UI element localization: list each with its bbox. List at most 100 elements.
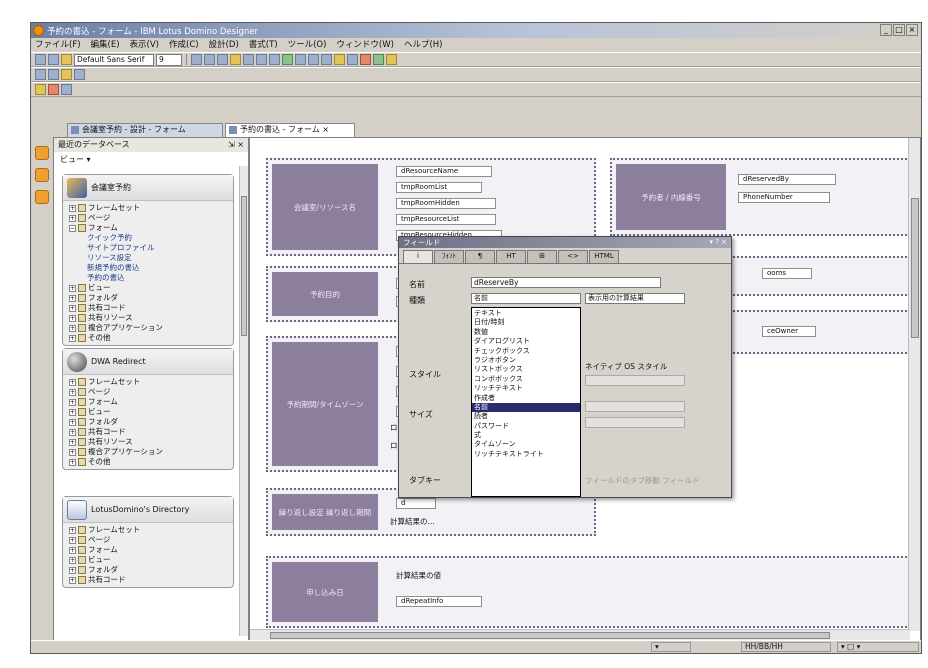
number-list-icon[interactable] [295,54,306,65]
dropdown-option[interactable]: 読者 [472,412,580,421]
expand-toggle-icon[interactable]: + [69,408,76,416]
close-button[interactable]: × [906,24,918,36]
tree-item[interactable]: + ページ [69,213,233,223]
tab-paragraph[interactable]: ¶ [465,250,495,263]
tree-item[interactable]: + フォルダ [69,293,233,303]
tab-hide-when[interactable]: HT [496,250,526,263]
bullet-list-icon[interactable] [282,54,293,65]
link-icon[interactable] [347,54,358,65]
expand-toggle-icon[interactable]: + [69,398,76,406]
menu-format[interactable]: 書式(T) [249,38,278,52]
font-name-select[interactable]: Default Sans Serif [74,53,154,66]
database-card[interactable]: DWA Redirect + フレームセット + ページ + フォーム + ビュー + フォルダ +… [62,348,234,470]
form-field[interactable]: dRepeatInfo [396,596,482,607]
expand-toggle-icon[interactable]: + [69,556,76,564]
tree-item[interactable]: + ビュー [69,407,233,417]
forward-icon[interactable] [48,69,59,80]
tree-item[interactable]: + ビュー [69,283,233,293]
status-zoom[interactable]: ▾ [651,642,691,652]
maximize-button[interactable]: □ [893,24,905,36]
expand-toggle-icon[interactable]: + [69,546,76,554]
tree-item[interactable]: サイトプロファイル [69,243,233,253]
scroll-thumb[interactable] [241,196,247,336]
form-field[interactable]: tmpResourceList [396,214,496,225]
tree-item[interactable]: + フレームセット [69,525,233,535]
highlight-icon[interactable] [61,54,72,65]
dropdown-option[interactable]: チェックボックス [472,347,580,356]
outdent-icon[interactable] [308,54,319,65]
tab-form-editor[interactable]: 予約の書込 - フォーム × [225,123,355,137]
font-size-select[interactable]: 9 [156,53,182,66]
tree-item[interactable]: + フォーム [69,545,233,555]
dropdown-option[interactable]: パスワード [472,422,580,431]
dialog-title-bar[interactable]: フィールド ▾ ? × [399,237,731,248]
text-color-icon[interactable] [230,54,241,65]
type-mode-select[interactable]: 表示用の計算結果 [585,293,685,304]
tree-item[interactable]: + 共有リソース [69,313,233,323]
dropdown-option[interactable]: 作成者 [472,394,580,403]
table-icon[interactable] [334,54,345,65]
tree-item[interactable]: + 共有コード [69,575,233,585]
dropdown-option[interactable]: コンボボックス [472,375,580,384]
tree-item[interactable]: + 共有コード [69,303,233,313]
paragraph-icon[interactable] [48,54,59,65]
tree-item[interactable]: + フォーム [69,397,233,407]
bookmark-icon[interactable] [35,84,46,95]
editor-vertical-scrollbar[interactable] [908,138,920,631]
expand-toggle-icon[interactable]: + [69,526,76,534]
expand-toggle-icon[interactable]: + [69,458,76,466]
italic-icon[interactable] [204,54,215,65]
menu-view[interactable]: 表示(V) [130,38,159,52]
expand-toggle-icon[interactable]: − [69,224,76,232]
expand-toggle-icon[interactable]: + [69,388,76,396]
tree-item[interactable]: + フォルダ [69,565,233,575]
bold-icon[interactable] [191,54,202,65]
form-field[interactable]: d [396,498,436,509]
tab-advanced[interactable]: <> [558,250,588,263]
tree-item[interactable]: + ページ [69,387,233,397]
tab-border[interactable]: ⊞ [527,250,557,263]
tab-html[interactable]: HTML [589,250,619,263]
tree-item[interactable]: リソース設定 [69,253,233,263]
tree-item[interactable]: + その他 [69,333,233,343]
database-header[interactable]: 会議室予約 [63,175,233,201]
expand-toggle-icon[interactable]: + [69,314,76,322]
dropdown-option[interactable]: 式 [472,431,580,440]
name-input[interactable]: dReserveBy [471,277,661,288]
tab-font[interactable]: ﾌｫﾝﾄ [434,250,464,263]
tree-item[interactable]: + フレームセット [69,377,233,387]
undo-icon[interactable] [74,69,85,80]
bookmark-home-icon[interactable] [35,146,49,160]
dropdown-option[interactable]: 日付/時刻 [472,318,580,327]
type-select[interactable]: 名前 [471,293,581,304]
indent-icon[interactable] [321,54,332,65]
status-end[interactable]: ▾ □ ▾ [837,642,919,652]
dropdown-option[interactable]: リッチテキストライト [472,450,580,459]
form-field[interactable]: ooms [762,268,812,279]
scroll-thumb[interactable] [911,198,919,338]
expand-toggle-icon[interactable]: + [69,324,76,332]
type-dropdown-list[interactable]: テキスト 日付/時刻 数値 ダイアログリスト チェックボックス ラジオボタン リストボックス… [471,307,581,497]
expand-toggle-icon[interactable]: + [69,428,76,436]
expand-toggle-icon[interactable]: + [69,294,76,302]
dropdown-option[interactable]: 名前 [472,402,580,413]
expand-toggle-icon[interactable]: + [69,566,76,574]
expand-toggle-icon[interactable]: + [69,378,76,386]
tree-item[interactable]: クイック予約 [69,233,233,243]
expand-toggle-icon[interactable]: + [69,448,76,456]
tree-item[interactable]: + その他 [69,457,233,467]
menu-create[interactable]: 作成(C) [169,38,199,52]
tree-item[interactable]: + ページ [69,535,233,545]
home-icon[interactable] [48,84,59,95]
tree-item[interactable]: − フォーム [69,223,233,233]
menu-design[interactable]: 設計(D) [209,38,239,52]
align-center-icon[interactable] [256,54,267,65]
tab-basics[interactable]: i [403,250,433,263]
expand-toggle-icon[interactable]: + [69,304,76,312]
style-icon[interactable] [35,54,46,65]
menu-help[interactable]: ヘルプ(H) [404,38,443,52]
expand-toggle-icon[interactable]: + [69,284,76,292]
menu-edit[interactable]: 編集(E) [91,38,120,52]
minimize-button[interactable]: _ [880,24,892,36]
form-field[interactable]: dReservedBy [738,174,836,185]
